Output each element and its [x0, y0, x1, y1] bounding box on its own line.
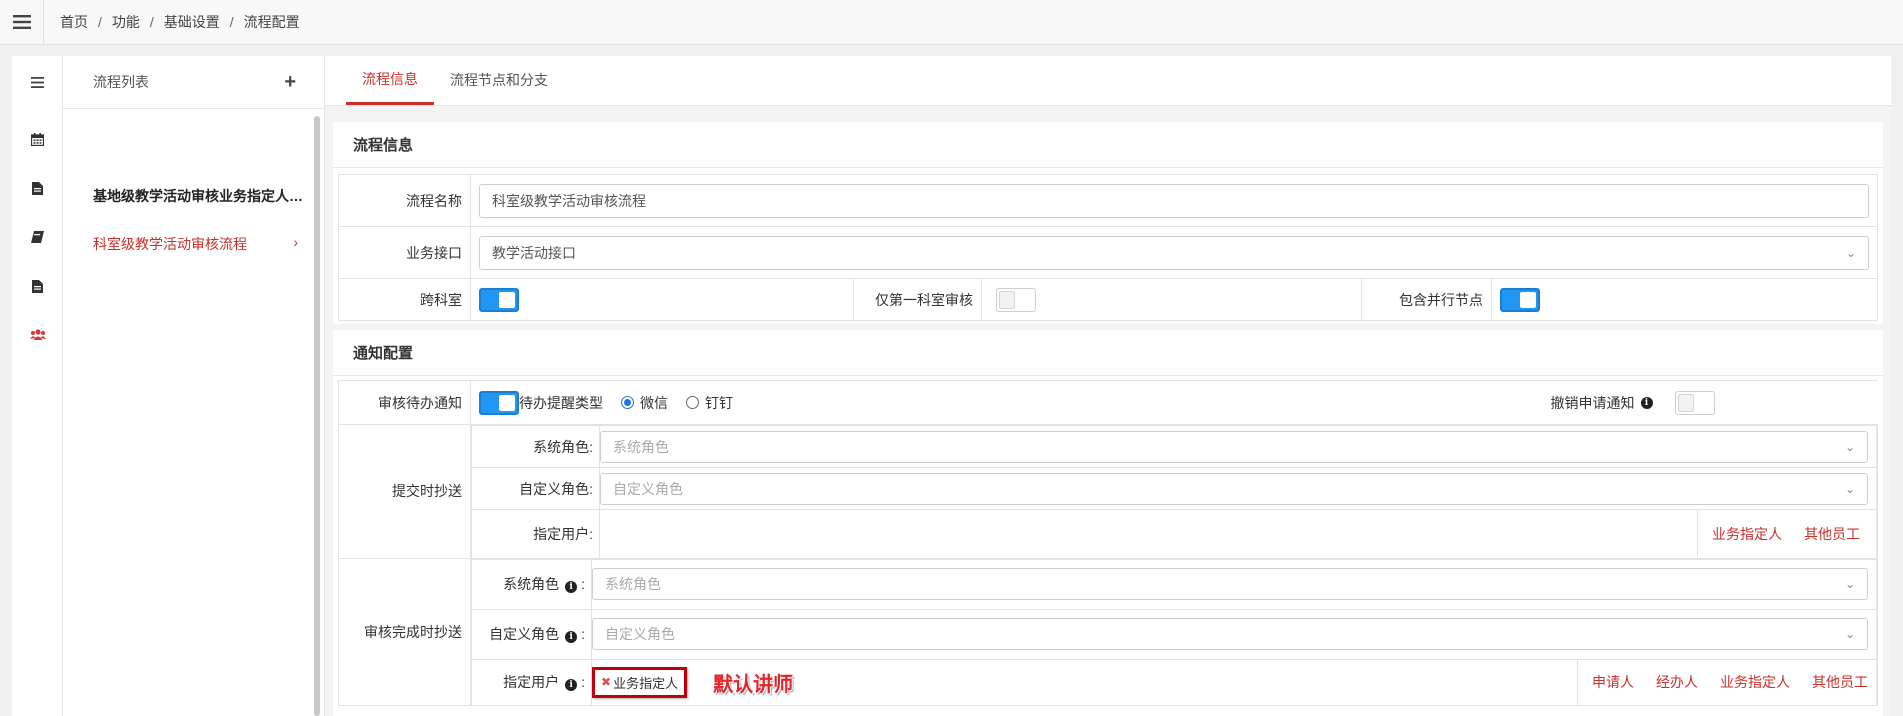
- book-icon: [31, 231, 44, 243]
- done-other-staff-link[interactable]: 其他员工: [1812, 672, 1868, 692]
- cross-dept-toggle[interactable]: [479, 287, 519, 312]
- done-custom-role-label: 自定义角色: [489, 626, 560, 642]
- list-item-label: 科室级教学活动审核流程: [93, 236, 247, 252]
- notify-form: 审核待办通知 待办提醒类型 微信 钉钉 撤销申请通知 i 提交时抄送 系统角色:…: [338, 380, 1878, 706]
- breadcrumb-current: 流程配置: [243, 14, 300, 30]
- hamburger-icon: [12, 15, 31, 29]
- list-item[interactable]: 基地级教学活动审核业务指定人一...: [93, 186, 312, 208]
- remind-type-label: 待办提醒类型: [519, 394, 603, 411]
- first-dept-only-label: 仅第一科室审核: [853, 278, 982, 321]
- rail-menu-button[interactable]: [12, 70, 63, 94]
- pending-notify-toggle[interactable]: [479, 390, 519, 415]
- done-handler-link[interactable]: 经办人: [1656, 672, 1698, 692]
- tab-bar: 流程信息 流程节点和分支: [325, 56, 1891, 106]
- submit-user-label: 指定用户:: [471, 509, 600, 558]
- scrollbar[interactable]: [314, 116, 320, 716]
- done-sys-role-select[interactable]: 系统角色 ⌄: [592, 568, 1868, 600]
- chevron-down-icon: ⌄: [1844, 627, 1855, 641]
- remove-x-icon[interactable]: ✖: [601, 675, 611, 689]
- flow-list-panel: 流程列表 + 基地级教学活动审核业务指定人一... 科室级教学活动审核流程 ›: [63, 56, 325, 716]
- chevron-down-icon: ⌄: [1844, 481, 1855, 496]
- main-frame: 流程列表 + 基地级教学活动审核业务指定人一... 科室级教学活动审核流程 › 流…: [12, 56, 1891, 716]
- section-title: 流程信息: [333, 122, 1883, 168]
- cross-dept-label: 跨科室: [338, 278, 471, 321]
- rail-document-button[interactable]: [12, 176, 63, 200]
- chevron-right-icon: ›: [293, 234, 298, 250]
- chevron-down-icon: ⌄: [1844, 577, 1855, 591]
- radio-dingtalk[interactable]: 钉钉: [686, 393, 733, 413]
- first-dept-only-toggle[interactable]: [996, 287, 1036, 312]
- hamburger-icon: [31, 76, 44, 88]
- document-icon: [32, 181, 43, 195]
- chevron-down-icon: ⌄: [1845, 245, 1856, 260]
- flow-list-header: 流程列表 +: [63, 56, 324, 109]
- done-custom-role-select[interactable]: 自定义角色 ⌄: [592, 618, 1868, 650]
- icon-rail: [12, 56, 63, 716]
- calendar-icon: [31, 132, 44, 146]
- list-item-label: 基地级教学活动审核业务指定人一...: [93, 188, 312, 204]
- info-icon[interactable]: i: [1640, 396, 1653, 409]
- done-business-assignee-link[interactable]: 业务指定人: [1720, 672, 1790, 692]
- business-interface-label: 业务接口: [338, 226, 471, 279]
- submit-business-assignee-link[interactable]: 业务指定人: [1712, 524, 1782, 544]
- flow-name-label: 流程名称: [338, 174, 471, 227]
- info-icon[interactable]: i: [565, 631, 578, 643]
- list-item-active[interactable]: 科室级教学活动审核流程 ›: [93, 234, 312, 256]
- revoke-notify-toggle[interactable]: [1674, 390, 1715, 415]
- submit-sys-role-select[interactable]: 系统角色 ⌄: [600, 430, 1868, 463]
- breadcrumb: 首页 / 功能 / 基础设置 / 流程配置: [60, 12, 300, 32]
- rail-book-button[interactable]: [12, 225, 63, 249]
- users-icon: [29, 329, 46, 340]
- info-icon[interactable]: i: [565, 679, 578, 692]
- revoke-notify-label: 撤销申请通知: [1550, 394, 1635, 411]
- tab-flow-nodes[interactable]: 流程节点和分支: [434, 55, 564, 105]
- section-title: 通知配置: [333, 330, 1883, 376]
- radio-wechat[interactable]: 微信: [621, 393, 668, 413]
- selected-user-tag[interactable]: ✖ 业务指定人: [592, 666, 688, 698]
- business-interface-select[interactable]: 教学活动接口 ⌄: [479, 235, 1869, 270]
- flow-info-form: 流程名称 科室级教学活动审核流程 业务接口 教学活动接口 ⌄ 跨科室 仅第一科室审…: [338, 174, 1878, 321]
- rail-users-button[interactable]: [12, 323, 63, 347]
- flow-list-title: 流程列表: [93, 74, 149, 90]
- done-sys-role-label: 系统角色: [503, 576, 560, 592]
- breadcrumb-function[interactable]: 功能: [112, 12, 140, 32]
- submit-cc-label: 提交时抄送: [338, 424, 471, 559]
- top-bar: 首页 / 功能 / 基础设置 / 流程配置: [0, 0, 1903, 45]
- breadcrumb-home[interactable]: 首页: [60, 12, 88, 32]
- document-icon: [32, 279, 43, 293]
- done-applicant-link[interactable]: 申请人: [1592, 672, 1634, 692]
- pending-notify-label: 审核待办通知: [338, 380, 471, 425]
- info-icon[interactable]: i: [565, 581, 578, 593]
- done-cc-label: 审核完成时抄送: [338, 557, 471, 706]
- flow-name-input[interactable]: 科室级教学活动审核流程: [479, 183, 1869, 218]
- content-area: 流程信息 流程节点和分支 流程信息 流程名称 科室级教学活动审核流程 业务接口 …: [325, 56, 1891, 716]
- submit-sys-role-label: 系统角色:: [471, 425, 600, 468]
- submit-custom-role-label: 自定义角色:: [471, 467, 600, 510]
- chevron-down-icon: ⌄: [1844, 439, 1855, 454]
- rail-document-button-2[interactable]: [12, 274, 63, 298]
- parallel-nodes-toggle[interactable]: [1500, 287, 1540, 312]
- submit-custom-role-select[interactable]: 自定义角色 ⌄: [600, 472, 1868, 505]
- annotation-text: 默认讲师: [713, 673, 794, 696]
- rail-calendar-button[interactable]: [12, 127, 63, 151]
- plus-icon[interactable]: +: [284, 71, 296, 94]
- breadcrumb-basic-settings[interactable]: 基础设置: [164, 12, 220, 32]
- menu-toggle-button[interactable]: [0, 0, 44, 45]
- done-user-label: 指定用户: [503, 674, 560, 691]
- notify-section: 通知配置 审核待办通知 待办提醒类型 微信 钉钉 撤销申请通知 i 提交时抄送 …: [333, 330, 1883, 716]
- flow-info-section: 流程信息 流程名称 科室级教学活动审核流程 业务接口 教学活动接口⌄ 跨科室: [333, 122, 1883, 324]
- parallel-nodes-label: 包含并行节点: [1361, 278, 1492, 321]
- tab-flow-info[interactable]: 流程信息: [346, 55, 434, 105]
- submit-other-staff-link[interactable]: 其他员工: [1804, 524, 1860, 544]
